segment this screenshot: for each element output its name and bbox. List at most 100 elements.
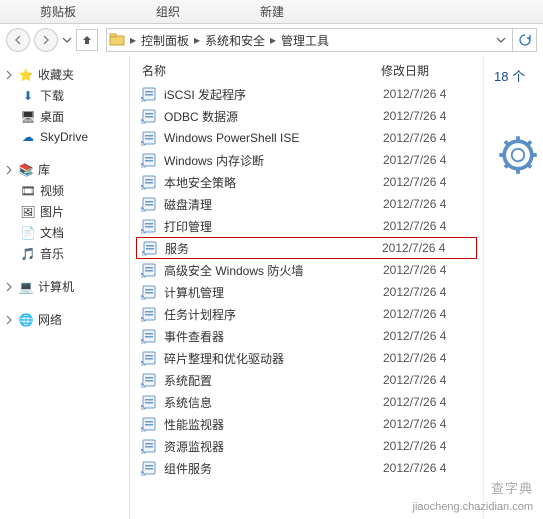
ribbon-tab-organize[interactable]: 组织 xyxy=(116,3,220,20)
file-name: Windows 内存诊断 xyxy=(164,152,383,169)
preview-pane: 18 个 xyxy=(483,56,543,519)
column-header-name[interactable]: 名称 xyxy=(142,62,381,79)
picture-icon: 🖼 xyxy=(20,204,36,220)
file-date: 2012/7/26 4 xyxy=(383,329,473,343)
shortcut-icon xyxy=(140,151,158,169)
chevron-right-icon xyxy=(4,70,14,80)
file-row[interactable]: 组件服务2012/7/26 4 xyxy=(136,457,477,479)
sidebar-item-music[interactable]: 🎵 音乐 xyxy=(0,243,129,264)
content-area: ⭐ 收藏夹 ⬇ 下载 🖥 桌面 ☁ SkyDrive 📚 库 xyxy=(0,56,543,519)
file-date: 2012/7/26 4 xyxy=(383,153,473,167)
chevron-right-icon[interactable]: ▸ xyxy=(191,33,203,47)
shortcut-icon xyxy=(140,459,158,477)
music-icon: 🎵 xyxy=(20,246,36,262)
file-date: 2012/7/26 4 xyxy=(383,285,473,299)
up-button[interactable] xyxy=(76,29,98,51)
sidebar-label: 计算机 xyxy=(38,278,74,295)
file-row[interactable]: 服务2012/7/26 4 xyxy=(136,237,477,259)
refresh-button[interactable] xyxy=(512,29,536,51)
file-date: 2012/7/26 4 xyxy=(383,197,473,211)
back-button[interactable] xyxy=(6,28,30,52)
file-row[interactable]: 碎片整理和优化驱动器2012/7/26 4 xyxy=(136,347,477,369)
shortcut-icon xyxy=(140,129,158,147)
sidebar-item-videos[interactable]: 🎞 视频 xyxy=(0,180,129,201)
ribbon-tab-new[interactable]: 新建 xyxy=(220,3,324,20)
sidebar-item-label: 下载 xyxy=(40,87,64,104)
watermark-text: 查字典 xyxy=(491,478,533,497)
video-icon: 🎞 xyxy=(20,183,36,199)
chevron-right-icon[interactable]: ▸ xyxy=(127,33,139,47)
address-bar[interactable]: ▸ 控制面板 ▸ 系统和安全 ▸ 管理工具 xyxy=(106,28,537,52)
sidebar-header-computer[interactable]: 💻 计算机 xyxy=(0,276,129,297)
file-name: 高级安全 Windows 防火墙 xyxy=(164,262,383,279)
chevron-right-icon xyxy=(4,165,14,175)
column-header-date[interactable]: 修改日期 xyxy=(381,62,471,79)
file-row[interactable]: iSCSI 发起程序2012/7/26 4 xyxy=(136,83,477,105)
file-row[interactable]: 系统信息2012/7/26 4 xyxy=(136,391,477,413)
shortcut-icon xyxy=(140,371,158,389)
file-name: 任务计划程序 xyxy=(164,306,383,323)
chevron-right-icon xyxy=(4,282,14,292)
item-count-label: 18 个 xyxy=(488,66,539,85)
sidebar-header-favorites[interactable]: ⭐ 收藏夹 xyxy=(0,64,129,85)
file-row[interactable]: 高级安全 Windows 防火墙2012/7/26 4 xyxy=(136,259,477,281)
file-name: 资源监视器 xyxy=(164,438,383,455)
shortcut-icon xyxy=(140,217,158,235)
file-row[interactable]: 任务计划程序2012/7/26 4 xyxy=(136,303,477,325)
sidebar-group-favorites: ⭐ 收藏夹 ⬇ 下载 🖥 桌面 ☁ SkyDrive xyxy=(0,64,129,147)
file-name: Windows PowerShell ISE xyxy=(164,131,383,145)
sidebar-group-network: 🌐 网络 xyxy=(0,309,129,330)
sidebar-item-label: 音乐 xyxy=(40,245,64,262)
arrow-left-icon xyxy=(13,35,23,45)
chevron-right-icon[interactable]: ▸ xyxy=(267,33,279,47)
shortcut-icon xyxy=(140,393,158,411)
file-name: 系统配置 xyxy=(164,372,383,389)
arrow-up-icon xyxy=(81,34,93,46)
main-area: 名称 修改日期 iSCSI 发起程序2012/7/26 4ODBC 数据源201… xyxy=(130,56,543,519)
breadcrumb-item[interactable]: 系统和安全 xyxy=(203,32,267,49)
file-date: 2012/7/26 4 xyxy=(383,175,473,189)
chevron-down-icon[interactable] xyxy=(496,35,506,45)
sidebar-item-skydrive[interactable]: ☁ SkyDrive xyxy=(0,127,129,147)
ribbon-tab-clipboard[interactable]: 剪贴板 xyxy=(0,3,116,20)
sidebar-item-downloads[interactable]: ⬇ 下载 xyxy=(0,85,129,106)
file-row[interactable]: 资源监视器2012/7/26 4 xyxy=(136,435,477,457)
shortcut-icon xyxy=(140,107,158,125)
shortcut-icon xyxy=(140,85,158,103)
shortcut-icon xyxy=(140,305,158,323)
file-list-area: 名称 修改日期 iSCSI 发起程序2012/7/26 4ODBC 数据源201… xyxy=(130,56,483,519)
file-name: 服务 xyxy=(165,240,382,257)
breadcrumb-item[interactable]: 控制面板 xyxy=(139,32,191,49)
sidebar-label: 库 xyxy=(38,161,50,178)
file-row[interactable]: 本地安全策略2012/7/26 4 xyxy=(136,171,477,193)
file-row[interactable]: Windows PowerShell ISE2012/7/26 4 xyxy=(136,127,477,149)
file-row[interactable]: 性能监视器2012/7/26 4 xyxy=(136,413,477,435)
sidebar-header-libraries[interactable]: 📚 库 xyxy=(0,159,129,180)
file-row[interactable]: 事件查看器2012/7/26 4 xyxy=(136,325,477,347)
navigation-bar: ▸ 控制面板 ▸ 系统和安全 ▸ 管理工具 xyxy=(0,24,543,56)
file-row[interactable]: 磁盘清理2012/7/26 4 xyxy=(136,193,477,215)
shortcut-icon xyxy=(140,327,158,345)
file-row[interactable]: 系统配置2012/7/26 4 xyxy=(136,369,477,391)
refresh-icon xyxy=(518,33,532,47)
forward-button[interactable] xyxy=(34,28,58,52)
sidebar-header-network[interactable]: 🌐 网络 xyxy=(0,309,129,330)
file-date: 2012/7/26 4 xyxy=(383,307,473,321)
file-row[interactable]: 计算机管理2012/7/26 4 xyxy=(136,281,477,303)
file-name: 打印管理 xyxy=(164,218,383,235)
sidebar-item-documents[interactable]: 📄 文档 xyxy=(0,222,129,243)
file-row[interactable]: ODBC 数据源2012/7/26 4 xyxy=(136,105,477,127)
chevron-right-icon xyxy=(4,315,14,325)
file-date: 2012/7/26 4 xyxy=(383,395,473,409)
chevron-down-icon[interactable] xyxy=(62,35,72,45)
sidebar-item-label: SkyDrive xyxy=(40,130,88,144)
breadcrumb-item[interactable]: 管理工具 xyxy=(279,32,331,49)
file-date: 2012/7/26 4 xyxy=(382,241,472,255)
sidebar-item-desktop[interactable]: 🖥 桌面 xyxy=(0,106,129,127)
shortcut-icon xyxy=(140,195,158,213)
sidebar-item-pictures[interactable]: 🖼 图片 xyxy=(0,201,129,222)
file-date: 2012/7/26 4 xyxy=(383,263,473,277)
shortcut-icon xyxy=(140,349,158,367)
file-row[interactable]: 打印管理2012/7/26 4 xyxy=(136,215,477,237)
file-row[interactable]: Windows 内存诊断2012/7/26 4 xyxy=(136,149,477,171)
